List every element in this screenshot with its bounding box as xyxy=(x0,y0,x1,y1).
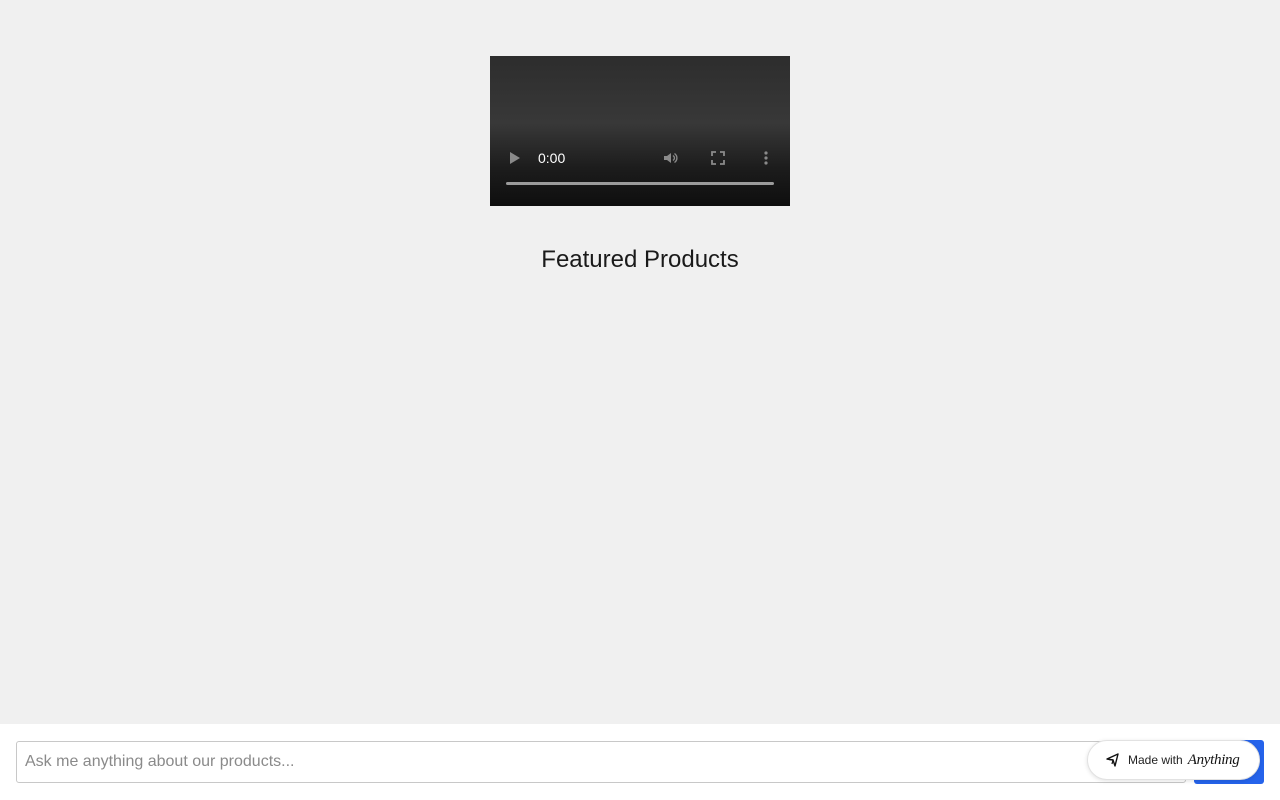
badge-brand: Anything xyxy=(1187,751,1240,768)
video-time: 0:00 xyxy=(538,150,566,166)
more-options-icon[interactable] xyxy=(758,150,774,166)
anything-logo-icon xyxy=(1106,753,1120,767)
section-title: Featured Products xyxy=(541,246,739,273)
badge-text: Made with xyxy=(1128,753,1183,767)
volume-icon[interactable] xyxy=(662,150,678,166)
video-progress-bar[interactable] xyxy=(506,182,774,185)
play-icon[interactable] xyxy=(510,152,520,164)
made-with-badge[interactable]: Made with Anything xyxy=(1087,740,1260,780)
chat-input[interactable] xyxy=(16,741,1186,783)
video-player[interactable]: 0:00 xyxy=(490,56,790,206)
page: 0:00 Featured Products Ask me anything a… xyxy=(0,0,1280,800)
fullscreen-icon[interactable] xyxy=(710,150,726,166)
